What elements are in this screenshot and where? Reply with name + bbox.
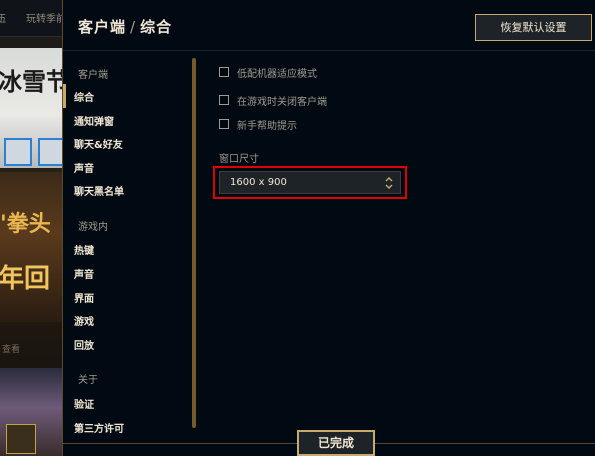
window-size-label: 窗口尺寸 <box>219 154 259 165</box>
background-app: 伍 玩转季前 冰雪节 '拳头 年回 查看 <box>0 0 70 456</box>
background-banner: '拳头 年回 <box>0 172 70 322</box>
client-window: 伍 玩转季前 冰雪节 '拳头 年回 查看 客户端 / 综合 恢复默认设置 客户端 综… <box>0 0 595 456</box>
sidebar-item-ingame-sound[interactable]: 声音 <box>74 266 94 281</box>
sidebar-item-general[interactable]: 综合 <box>74 89 94 104</box>
background-small-text: 查看 <box>2 345 21 355</box>
low-spec-mode-label: 低配机器适应模式 <box>237 68 317 80</box>
low-spec-mode-checkbox[interactable] <box>219 67 229 77</box>
settings-sidebar: 客户端 综合 通知弹窗 聊天&好友 声音 聊天黑名单 游戏内 热键 声音 界面 … <box>63 58 193 438</box>
sidebar-item-third-party-licenses[interactable]: 第三方许可 <box>74 420 124 435</box>
background-topbar: 伍 玩转季前 <box>0 0 70 37</box>
sidebar-item-game[interactable]: 游戏 <box>74 313 94 328</box>
general-settings-content: 低配机器适应模式 在游戏时关闭客户端 新手帮助提示 窗口尺寸 1600 x 90… <box>213 58 579 438</box>
low-spec-mode-option[interactable]: 低配机器适应模式 <box>219 64 317 80</box>
background-topbar-left: 伍 <box>0 14 6 25</box>
header-divider <box>63 50 595 51</box>
background-event-panel: 冰雪节 <box>0 48 70 168</box>
sidebar-item-interface[interactable]: 界面 <box>74 290 94 305</box>
newbie-tips-checkbox[interactable] <box>219 119 229 129</box>
sidebar-group-ingame: 游戏内 <box>78 222 108 233</box>
breadcrumb-separator: / <box>130 18 137 36</box>
sidebar-item-hotkeys[interactable]: 热键 <box>74 242 94 257</box>
sidebar-group-client: 客户端 <box>78 70 108 81</box>
background-gold-icon <box>6 424 36 454</box>
sidebar-item-replays[interactable]: 回放 <box>74 337 94 352</box>
newbie-tips-label: 新手帮助提示 <box>237 120 297 132</box>
breadcrumb-general: 综合 <box>140 18 173 36</box>
sidebar-item-verification[interactable]: 验证 <box>74 396 94 411</box>
page-title: 客户端 / 综合 <box>78 16 172 37</box>
sidebar-group-about: 关于 <box>78 375 98 386</box>
footer-divider-left <box>63 443 297 444</box>
sidebar-item-client-sound[interactable]: 声音 <box>74 160 94 175</box>
settings-modal: 客户端 / 综合 恢复默认设置 客户端 综合 通知弹窗 聊天&好友 声音 聊天黑名单… <box>62 0 595 456</box>
sidebar-item-notifications[interactable]: 通知弹窗 <box>74 113 114 128</box>
background-topbar-text: 玩转季前 <box>26 14 66 25</box>
window-size-select[interactable]: 1600 x 900 <box>219 171 401 194</box>
footer-divider-right <box>375 443 595 444</box>
background-banner-line1: '拳头 <box>0 212 51 237</box>
background-banner-line2: 年回 <box>0 264 51 294</box>
sidebar-item-chat-blocklist[interactable]: 聊天黑名单 <box>74 183 124 198</box>
done-button[interactable]: 已完成 <box>297 430 375 456</box>
background-blue-tile <box>4 138 32 166</box>
close-client-ingame-label: 在游戏时关闭客户端 <box>237 96 327 108</box>
sidebar-scrollbar[interactable] <box>192 58 196 428</box>
sidebar-item-chat-friends[interactable]: 聊天&好友 <box>74 136 123 151</box>
newbie-tips-option[interactable]: 新手帮助提示 <box>219 116 297 132</box>
updown-chevron-icon <box>385 177 393 189</box>
close-client-ingame-checkbox[interactable] <box>219 95 229 105</box>
close-client-ingame-option[interactable]: 在游戏时关闭客户端 <box>219 92 327 108</box>
background-panel-title: 冰雪节 <box>0 68 70 96</box>
restore-defaults-button[interactable]: 恢复默认设置 <box>475 14 592 41</box>
window-size-value: 1600 x 900 <box>230 177 287 188</box>
breadcrumb-client[interactable]: 客户端 <box>78 18 126 36</box>
